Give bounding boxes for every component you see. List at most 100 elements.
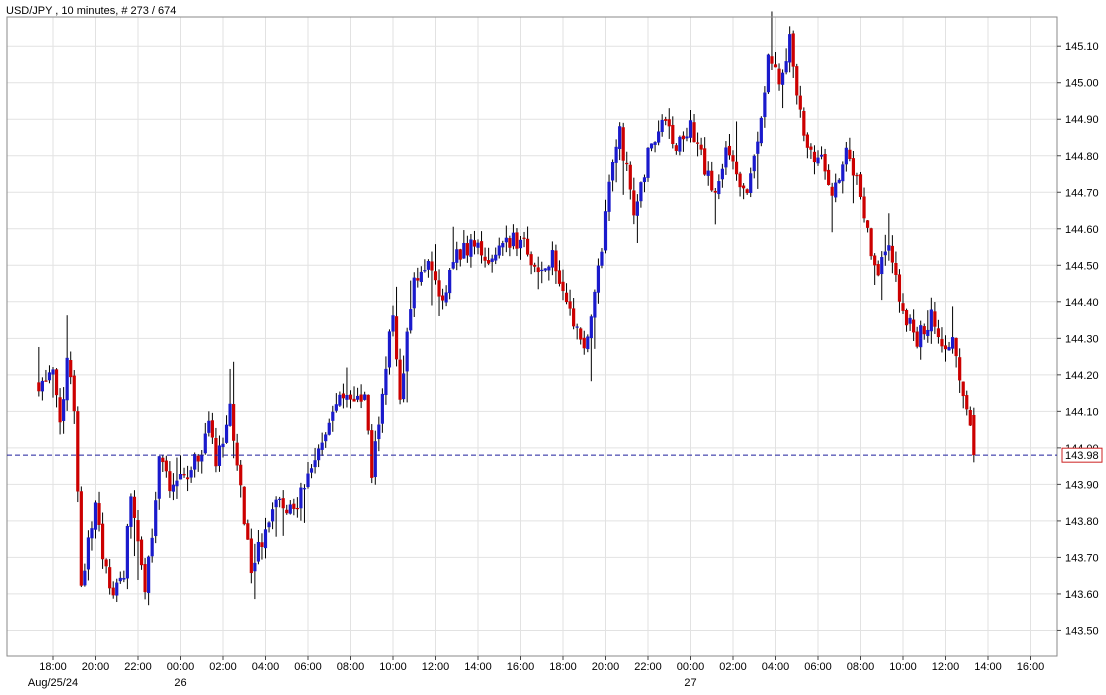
candle-body bbox=[398, 359, 402, 400]
candle-body bbox=[855, 174, 859, 177]
candle-body bbox=[334, 404, 338, 411]
candle-body bbox=[518, 239, 523, 249]
y-tick-label: 144.30 bbox=[1065, 333, 1099, 345]
candle-body bbox=[363, 394, 367, 400]
candle-body bbox=[508, 238, 512, 248]
candle-body bbox=[536, 267, 540, 273]
candle-body bbox=[193, 454, 197, 470]
candle-body bbox=[936, 328, 941, 338]
candle-body bbox=[161, 457, 165, 463]
candle-body bbox=[387, 331, 392, 368]
candle-body bbox=[324, 434, 328, 442]
candle-body bbox=[465, 243, 469, 256]
candle-body bbox=[564, 292, 569, 303]
candle-body bbox=[352, 398, 356, 402]
candle-body bbox=[812, 151, 817, 163]
candle-body bbox=[210, 420, 214, 438]
candle-down bbox=[972, 407, 976, 463]
candle-body bbox=[182, 473, 186, 476]
candle-body bbox=[384, 368, 388, 396]
candle-body bbox=[260, 542, 264, 548]
price-chart[interactable]: 145.10 145.00 144.90 144.80 144.70 144.60 144.… bbox=[0, 0, 1106, 695]
candle-body bbox=[150, 537, 154, 557]
candle-body bbox=[455, 249, 459, 263]
x-tick-label: 12:00 bbox=[422, 661, 450, 673]
x-tick-label: 18:00 bbox=[39, 661, 67, 673]
candle-body bbox=[678, 136, 682, 152]
x-tick-label: 14:00 bbox=[974, 661, 1002, 673]
candle-body bbox=[586, 336, 590, 350]
x-tick-label: 00:00 bbox=[167, 661, 195, 673]
candle-body bbox=[292, 503, 296, 509]
date-label: 26 bbox=[174, 677, 186, 689]
candle-body bbox=[168, 471, 172, 492]
x-tick-label: 20:00 bbox=[82, 661, 110, 673]
candle-body bbox=[504, 237, 508, 243]
candle-body bbox=[377, 424, 381, 440]
candle-body bbox=[299, 487, 303, 509]
candle-down bbox=[370, 424, 374, 484]
candle-body bbox=[724, 147, 728, 168]
candle-body bbox=[958, 357, 962, 381]
candle-body bbox=[734, 161, 739, 175]
candle-body bbox=[458, 249, 462, 260]
y-tick-label: 144.90 bbox=[1065, 114, 1099, 126]
chart-background bbox=[0, 0, 1106, 695]
candle-body bbox=[189, 470, 193, 478]
candle-body bbox=[759, 117, 763, 144]
x-tick-label: 22:00 bbox=[124, 661, 152, 673]
candle-body bbox=[844, 147, 848, 165]
candle-body bbox=[203, 433, 207, 454]
candle-body bbox=[246, 523, 250, 540]
candle-body bbox=[862, 196, 866, 219]
candle-body bbox=[557, 270, 562, 284]
candle-body bbox=[780, 72, 785, 85]
candle-body bbox=[472, 240, 477, 247]
candle-body bbox=[228, 403, 232, 426]
candle-body bbox=[572, 308, 576, 327]
y-tick-label: 144.40 bbox=[1065, 297, 1099, 309]
candle-body bbox=[773, 64, 778, 68]
candle-body bbox=[841, 164, 845, 182]
candle-body bbox=[657, 131, 661, 143]
candle-body bbox=[440, 295, 445, 301]
candle-body bbox=[249, 538, 253, 574]
candle-body bbox=[603, 211, 608, 251]
candle-body bbox=[610, 161, 615, 181]
x-tick-label: 06:00 bbox=[294, 661, 322, 673]
candle-body bbox=[858, 174, 863, 197]
candle-body bbox=[593, 291, 597, 318]
candle-body bbox=[770, 56, 774, 64]
candle-body bbox=[766, 54, 771, 93]
x-tick-label: 02:00 bbox=[209, 661, 237, 673]
candle-body bbox=[547, 266, 551, 271]
candle-body bbox=[115, 582, 119, 596]
candle-body bbox=[366, 394, 370, 431]
candle-body bbox=[703, 148, 707, 175]
candle-body bbox=[497, 245, 501, 256]
candle-body bbox=[487, 260, 491, 264]
candle-body bbox=[671, 124, 675, 144]
candle-body bbox=[646, 147, 650, 178]
candle-body bbox=[416, 278, 420, 281]
candle-down bbox=[139, 536, 144, 570]
candle-body bbox=[621, 127, 625, 161]
candle-body bbox=[798, 95, 802, 110]
current-price-label: 143.98 bbox=[1065, 450, 1099, 462]
candle-body bbox=[394, 316, 399, 360]
candle-body bbox=[171, 484, 176, 492]
candle-body bbox=[139, 539, 144, 566]
candle-body bbox=[639, 182, 643, 202]
candle-body bbox=[795, 66, 799, 96]
candle-body bbox=[692, 122, 696, 143]
candle-body bbox=[827, 169, 831, 186]
candle-body bbox=[632, 190, 636, 216]
candle-body bbox=[908, 317, 912, 324]
x-tick-label: 20:00 bbox=[592, 661, 620, 673]
candle-body bbox=[625, 162, 629, 165]
candle-body bbox=[154, 500, 158, 537]
candle-body bbox=[894, 263, 898, 275]
candle-body bbox=[579, 328, 583, 340]
candle-body bbox=[869, 228, 873, 257]
candle-body bbox=[933, 311, 937, 327]
